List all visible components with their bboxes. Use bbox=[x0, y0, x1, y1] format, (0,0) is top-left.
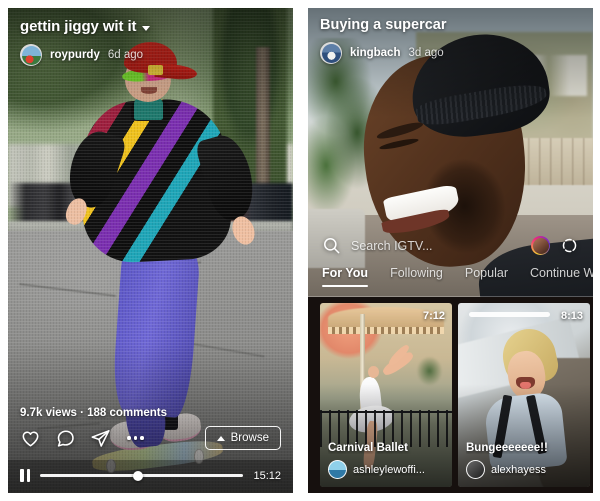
tabs-divider bbox=[308, 296, 593, 297]
dot bbox=[133, 436, 137, 440]
profile-avatar-image bbox=[532, 237, 549, 254]
video-header: gettin jiggy wit it roypurdy 6d ago bbox=[8, 8, 293, 66]
video-title: gettin jiggy wit it bbox=[20, 18, 137, 35]
dot bbox=[140, 436, 144, 440]
uploader-username[interactable]: roypurdy bbox=[50, 49, 100, 61]
progress-scrubber[interactable] bbox=[40, 470, 244, 481]
card-progress-bar bbox=[468, 312, 551, 318]
pause-icon[interactable] bbox=[20, 469, 30, 482]
screenshot-root: gettin jiggy wit it roypurdy 6d ago 9.7k… bbox=[0, 0, 600, 501]
search-icon bbox=[322, 236, 341, 255]
video-player-controls: 15:12 bbox=[8, 460, 293, 493]
paper-plane-icon[interactable] bbox=[90, 428, 111, 449]
tab-following[interactable]: Following bbox=[390, 266, 443, 287]
video-card[interactable]: 8:13 Bungeeeeeee!! alexhayess bbox=[458, 303, 590, 487]
chevron-up-icon bbox=[216, 435, 225, 441]
dot bbox=[127, 436, 131, 440]
uploader-row[interactable]: kingbach 3d ago bbox=[320, 42, 581, 64]
card-title: Carnival Ballet bbox=[328, 442, 408, 454]
card-username[interactable]: ashleylewoffi... bbox=[353, 464, 425, 476]
action-bar: Browse bbox=[8, 426, 293, 460]
igtv-browse-panel: Buying a supercar kingbach 3d ago Search… bbox=[308, 8, 593, 493]
card-duration: 8:13 bbox=[560, 310, 583, 322]
video-duration: 15:12 bbox=[253, 469, 281, 482]
pause-bar bbox=[20, 469, 24, 482]
card-uploader-row[interactable]: alexhayess bbox=[466, 460, 582, 479]
tab-continue-watching[interactable]: Continue W bbox=[530, 266, 593, 287]
chevron-down-icon[interactable] bbox=[142, 25, 151, 31]
heart-icon[interactable] bbox=[20, 428, 41, 449]
avatar[interactable] bbox=[320, 42, 342, 64]
card-meta: Bungeeeeeee!! alexhayess bbox=[458, 435, 590, 487]
search-input[interactable]: Search IGTV... bbox=[351, 239, 521, 253]
video-card-rail[interactable]: 7:12 Carnival Ballet ashleylewoffi... 8:… bbox=[308, 297, 593, 493]
tab-for-you[interactable]: For You bbox=[322, 266, 369, 287]
uploader-row[interactable]: roypurdy 6d ago bbox=[20, 44, 281, 66]
card-username[interactable]: alexhayess bbox=[491, 464, 546, 476]
avatar[interactable] bbox=[328, 460, 347, 479]
upload-time: 3d ago bbox=[408, 47, 444, 59]
hero-header: Buying a supercar kingbach 3d ago bbox=[308, 8, 593, 64]
avatar-image bbox=[21, 45, 41, 65]
ellipsis-icon[interactable] bbox=[127, 436, 144, 440]
video-title: Buying a supercar bbox=[320, 17, 447, 33]
purple-trousers bbox=[110, 235, 201, 419]
view-comment-stats: 9.7k views · 188 comments bbox=[20, 407, 168, 419]
igtv-video-panel: gettin jiggy wit it roypurdy 6d ago 9.7k… bbox=[8, 8, 293, 493]
rail-track: 7:12 Carnival Ballet ashleylewoffi... 8:… bbox=[308, 297, 593, 493]
card-title: Bungeeeeeee!! bbox=[466, 442, 548, 454]
carousel-trim bbox=[327, 326, 445, 335]
video-footer: 9.7k views · 188 comments Browse 15:12 bbox=[8, 407, 293, 493]
uploader-username[interactable]: kingbach bbox=[350, 47, 400, 59]
comment-icon[interactable] bbox=[55, 428, 76, 449]
title-row[interactable]: gettin jiggy wit it bbox=[20, 18, 281, 35]
avatar[interactable] bbox=[466, 460, 485, 479]
cap-logo bbox=[148, 64, 163, 76]
scrubber-knob[interactable] bbox=[132, 470, 143, 481]
dancer-head bbox=[367, 365, 380, 379]
browse-tabs: For You Following Popular Continue W bbox=[308, 266, 593, 287]
card-duration: 7:12 bbox=[422, 310, 445, 322]
search-bar[interactable]: Search IGTV... bbox=[308, 236, 593, 255]
profile-avatar-icon[interactable] bbox=[531, 236, 550, 255]
upload-time: 6d ago bbox=[107, 49, 144, 61]
pause-bar bbox=[26, 469, 30, 482]
video-card[interactable]: 7:12 Carnival Ballet ashleylewoffi... bbox=[320, 303, 452, 487]
avatar-image bbox=[321, 43, 341, 63]
avatar[interactable] bbox=[20, 44, 42, 66]
card-uploader-row[interactable]: ashleylewoffi... bbox=[328, 460, 444, 479]
browse-button[interactable]: Browse bbox=[204, 426, 281, 450]
card-meta: Carnival Ballet ashleylewoffi... bbox=[320, 435, 452, 487]
browse-label: Browse bbox=[230, 432, 269, 444]
tab-popular[interactable]: Popular bbox=[465, 266, 508, 287]
igtv-live-icon[interactable] bbox=[560, 236, 579, 255]
